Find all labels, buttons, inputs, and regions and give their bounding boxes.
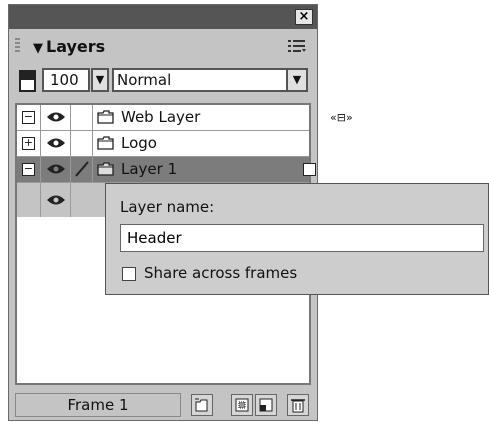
- opacity-input[interactable]: 100: [42, 68, 90, 92]
- panel-options-icon[interactable]: [287, 38, 307, 54]
- share-across-frames-checkbox[interactable]: [122, 267, 136, 281]
- eye-icon[interactable]: [46, 111, 66, 123]
- add-mask-button[interactable]: [231, 394, 253, 416]
- folder-icon: [97, 110, 114, 124]
- collapse-triangle-icon[interactable]: ▼: [33, 41, 43, 56]
- shared-layer-icon: «⊟»: [330, 111, 353, 124]
- eye-icon[interactable]: [46, 137, 66, 149]
- collapse-icon[interactable]: −: [22, 111, 35, 124]
- layer-row-logo[interactable]: + Logo: [17, 131, 309, 157]
- opacity-icon: [19, 70, 36, 92]
- layers-footer: Frame 1: [15, 393, 311, 417]
- layer-name-popup: Layer name: Share across frames: [105, 183, 489, 295]
- share-across-frames-label[interactable]: Share across frames: [144, 264, 297, 282]
- panel-titlebar[interactable]: ×: [9, 5, 317, 29]
- opacity-dropdown-button[interactable]: ▼: [91, 68, 109, 92]
- delete-layer-button[interactable]: [287, 394, 309, 416]
- chevron-down-icon[interactable]: ▼: [286, 70, 306, 90]
- layer-name[interactable]: Web Layer: [121, 108, 200, 126]
- layer-row-layer-1[interactable]: − Layer 1: [17, 157, 316, 183]
- expand-icon[interactable]: +: [22, 137, 35, 150]
- new-layer-icon: [259, 398, 273, 412]
- blend-mode-select[interactable]: Normal ▼: [112, 68, 308, 92]
- trash-icon: [291, 399, 305, 413]
- panel-title-label: Layers: [46, 37, 106, 56]
- layer-row-web-layer[interactable]: − Web Layer «⊟»: [17, 105, 353, 131]
- edit-column[interactable]: [71, 105, 93, 130]
- new-folder-icon: [195, 398, 208, 412]
- collapse-icon[interactable]: −: [22, 163, 35, 176]
- pencil-icon[interactable]: [74, 160, 90, 178]
- folder-icon: [97, 162, 114, 176]
- layers-toolbar: 100 ▼ Normal ▼: [9, 63, 317, 99]
- edit-column[interactable]: [71, 131, 93, 156]
- new-layer-button[interactable]: [255, 394, 277, 416]
- grip-handle-icon[interactable]: [15, 38, 20, 52]
- layer-name[interactable]: Logo: [121, 134, 157, 152]
- layer-name-input[interactable]: [120, 224, 484, 252]
- layer-name-label: Layer name:: [120, 198, 215, 216]
- eye-icon[interactable]: [46, 163, 66, 175]
- frame-label[interactable]: Frame 1: [15, 393, 181, 417]
- layer-name[interactable]: Layer 1: [121, 160, 177, 178]
- close-button[interactable]: ×: [295, 9, 313, 25]
- panel-header: ▼ Layers: [9, 29, 317, 63]
- eye-icon[interactable]: [46, 194, 66, 206]
- folder-icon: [97, 136, 114, 150]
- new-layer-folder-button[interactable]: [191, 394, 213, 416]
- mask-icon: [235, 398, 249, 412]
- blend-mode-value: Normal: [117, 71, 172, 89]
- layer-options-box-icon[interactable]: [303, 163, 316, 176]
- panel-title[interactable]: ▼ Layers: [33, 37, 105, 56]
